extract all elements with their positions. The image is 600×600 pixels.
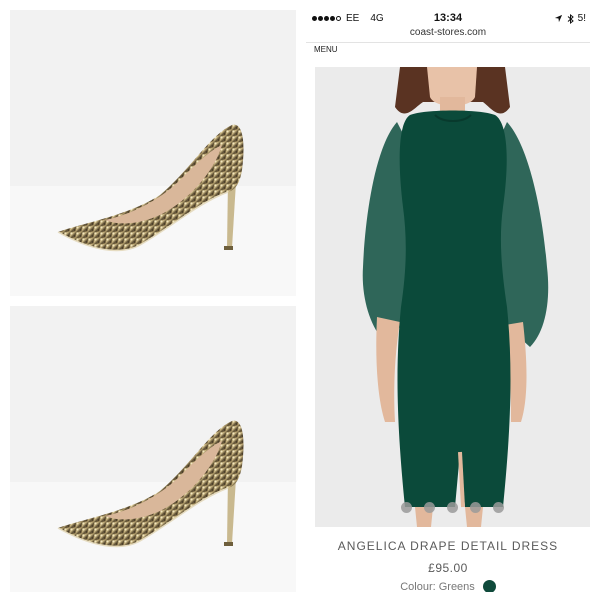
carousel-dot[interactable] bbox=[447, 502, 458, 513]
carousel-dot[interactable] bbox=[493, 502, 504, 513]
status-right: 5! bbox=[554, 13, 586, 24]
colour-swatch-icon[interactable] bbox=[482, 580, 496, 592]
bluetooth-icon bbox=[567, 13, 574, 24]
site-nav: MENU bbox=[306, 42, 590, 54]
carousel-indicator bbox=[315, 502, 590, 513]
menu-button[interactable]: MENU bbox=[314, 45, 338, 54]
glitter-shoe-image bbox=[57, 420, 244, 548]
product-title: ANGELICA DRAPE DETAIL DRESS bbox=[337, 539, 559, 553]
phone-screenshot: EE 4G 13:34 5! coast-stores.com MENU ANG… bbox=[306, 10, 590, 592]
shoe-photo-top bbox=[10, 10, 296, 296]
colour-selector: Colour: Greens bbox=[306, 580, 590, 592]
dress-model-image bbox=[315, 67, 590, 527]
status-time: 13:34 bbox=[433, 12, 463, 24]
url-bar[interactable]: coast-stores.com bbox=[306, 27, 590, 42]
status-bar: EE 4G 13:34 5! bbox=[306, 10, 590, 28]
shoe-photo-bottom bbox=[10, 306, 296, 592]
carousel-dot[interactable] bbox=[401, 502, 412, 513]
product-image[interactable] bbox=[315, 67, 590, 527]
location-arrow-icon bbox=[554, 14, 562, 23]
product-price: £95.00 bbox=[428, 561, 468, 575]
battery-label: 5! bbox=[577, 13, 586, 24]
carousel-dot[interactable] bbox=[470, 502, 481, 513]
colour-label: Colour: Greens bbox=[400, 580, 475, 593]
glitter-shoe-image bbox=[57, 124, 244, 252]
carousel-dot[interactable] bbox=[424, 502, 435, 513]
